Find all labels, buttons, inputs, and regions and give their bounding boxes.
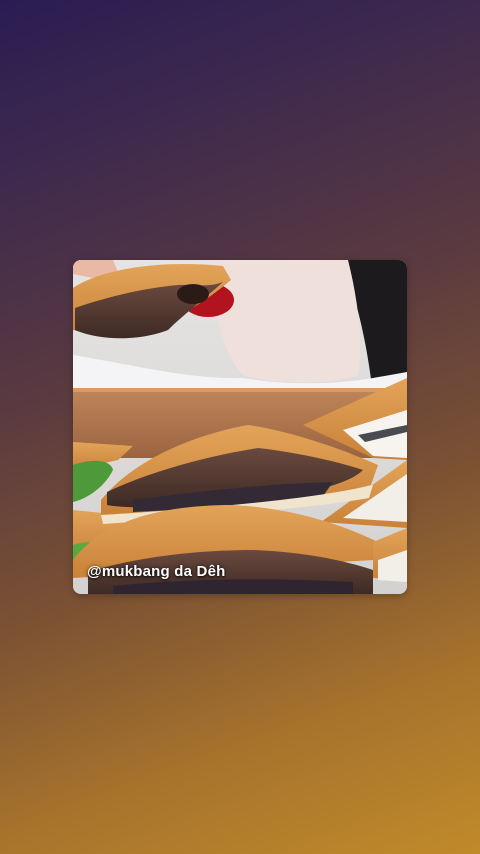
food-photo [73,260,407,594]
story-media[interactable]: @mukbang da Dêh [73,260,407,594]
creator-watermark: @mukbang da Dêh [87,563,226,580]
